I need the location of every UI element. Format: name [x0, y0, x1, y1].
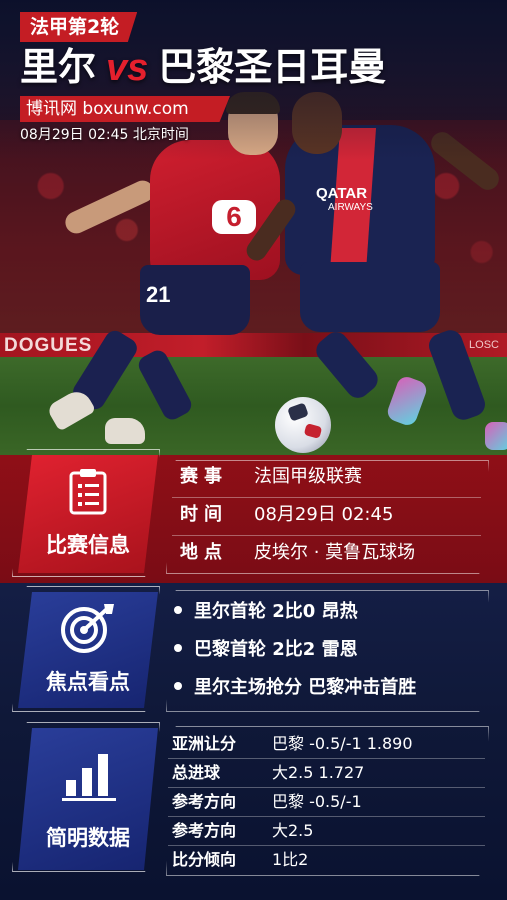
row-value: 巴黎 -0.5/-1 1.890 — [272, 734, 413, 753]
row-key: 亚洲让分 — [172, 734, 237, 753]
match-info-row-time: 时间 08月29日 02:45 — [180, 500, 393, 530]
lille-shirt-logo: 6 — [212, 200, 256, 234]
data-label-box: 简明数据 — [18, 728, 158, 870]
row-key: 总进球 — [172, 763, 221, 782]
row-value: 大2.5 1.727 — [272, 763, 365, 782]
psg-player-shorts — [300, 262, 440, 332]
row-divider — [172, 497, 481, 498]
row-key: 地点 — [180, 542, 228, 563]
football — [275, 397, 331, 453]
bullet-dot — [174, 606, 182, 614]
row-value: 08月29日 02:45 — [254, 504, 394, 525]
ad-board-text-right: LOSC — [469, 339, 499, 351]
data-row-score-tendency: 比分倾向 1比2 — [172, 846, 308, 873]
match-info-row-venue: 地点 皮埃尔 · 莫鲁瓦球场 — [180, 538, 415, 568]
row-value: 大2.5 — [272, 821, 314, 840]
psg-sponsor-name: QATAR — [316, 185, 368, 202]
match-info-label-box: 比赛信息 — [18, 455, 158, 573]
data-row-direction-1: 参考方向 巴黎 -0.5/-1 — [172, 788, 362, 815]
row-key: 比分倾向 — [172, 850, 237, 869]
home-team: 里尔 — [20, 45, 97, 89]
ad-board-text: DOGUES — [4, 335, 93, 356]
highlight-item: 里尔首轮 2比0 昂热 — [174, 597, 358, 627]
highlights-label: 焦点看点 — [46, 670, 130, 694]
bullet-dot — [174, 644, 182, 652]
row-key: 时间 — [180, 504, 228, 525]
data-row-total-goals: 总进球 大2.5 1.727 — [172, 759, 364, 786]
highlights-label-box: 焦点看点 — [18, 592, 158, 708]
bullet-dot — [174, 682, 182, 690]
match-info-label: 比赛信息 — [46, 533, 130, 557]
match-info-row-competition: 赛事 法国甲级联赛 — [180, 462, 362, 492]
data-row-handicap: 亚洲让分 巴黎 -0.5/-1 1.890 — [172, 730, 413, 757]
row-key: 参考方向 — [172, 821, 237, 840]
target-icon — [61, 604, 114, 653]
psg-sponsor-sub: AIRWAYS — [328, 202, 373, 213]
highlight-text: 里尔首轮 2比0 昂热 — [194, 601, 358, 622]
away-team: 巴黎圣日耳曼 — [158, 45, 387, 89]
row-key: 赛事 — [180, 466, 228, 487]
highlight-item: 巴黎首轮 2比2 雷恩 — [174, 635, 358, 665]
row-value: 巴黎 -0.5/-1 — [272, 792, 362, 811]
match-title: 里尔 vs 巴黎圣日耳曼 — [20, 44, 386, 90]
row-value: 法国甲级联赛 — [254, 466, 362, 487]
highlight-text: 里尔主场抢分 巴黎冲击首胜 — [194, 677, 417, 698]
row-value: 皮埃尔 · 莫鲁瓦球场 — [254, 542, 416, 563]
data-label: 简明数据 — [46, 826, 130, 850]
lille-player-number: 21 — [146, 282, 171, 307]
bar-chart-icon — [62, 754, 116, 801]
row-key: 参考方向 — [172, 792, 237, 811]
data-row-direction-2: 参考方向 大2.5 — [172, 817, 313, 844]
highlight-text: 巴黎首轮 2比2 雷恩 — [194, 639, 358, 660]
site-banner: 博讯网 boxunw.com — [20, 96, 230, 122]
psg-shirt-sponsor: QATAR AIRWAYS — [316, 185, 373, 215]
highlight-item: 里尔主场抢分 巴黎冲击首胜 — [174, 673, 416, 703]
row-divider — [172, 535, 481, 536]
psg-player-boot — [485, 422, 507, 450]
round-tag: 法甲第2轮 — [20, 12, 138, 42]
clipboard-icon — [69, 469, 107, 515]
vs-text: vs — [106, 47, 149, 89]
kickoff-datetime: 08月29日 02:45 北京时间 — [20, 127, 189, 143]
row-value: 1比2 — [272, 850, 309, 869]
lille-player-boot — [105, 418, 145, 444]
